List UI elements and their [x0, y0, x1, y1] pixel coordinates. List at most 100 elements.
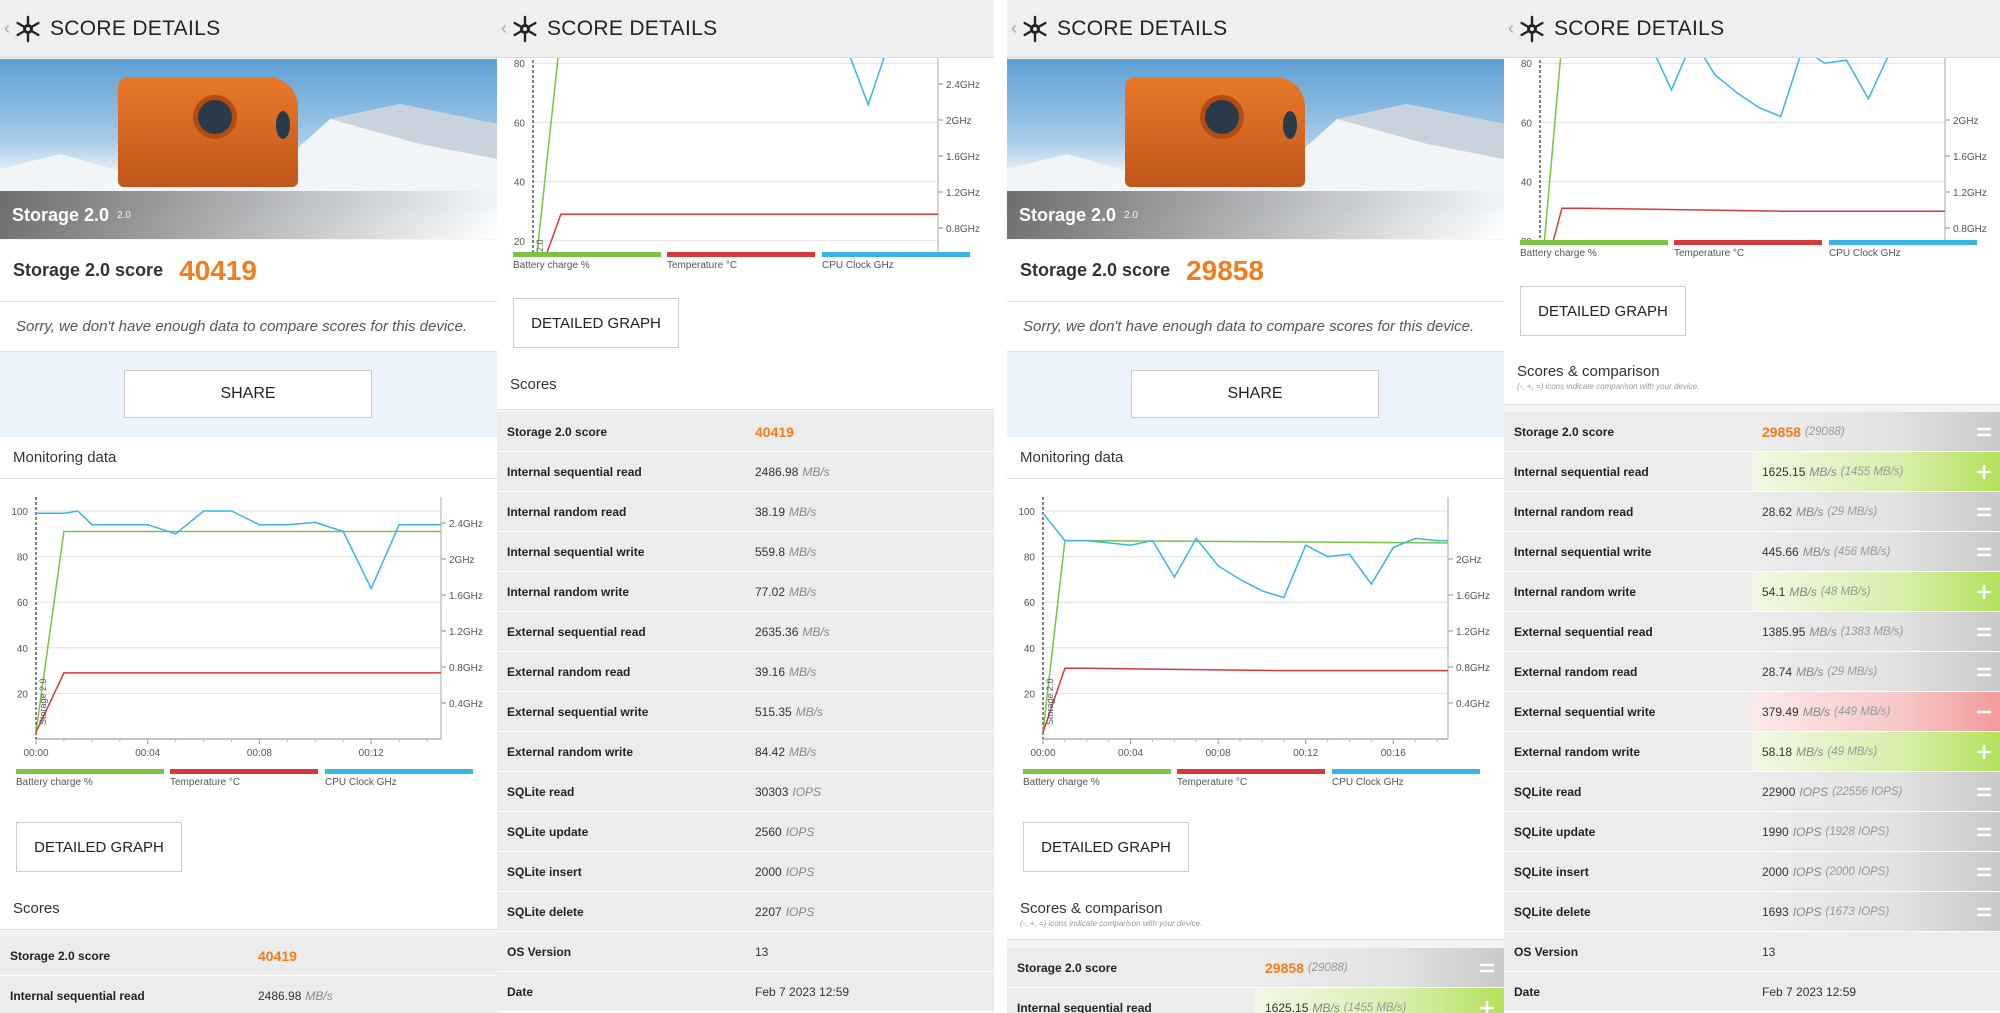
equal-icon: [1977, 547, 1991, 556]
row-value: 515.35: [755, 704, 792, 719]
back-icon[interactable]: ‹: [501, 18, 511, 39]
temperature-line: [532, 213, 938, 292]
row-name: External random read: [507, 664, 631, 679]
y-tick-label: 40: [1521, 178, 1533, 189]
marker-label: Storage 2.0: [1045, 678, 1055, 725]
chart-legend: Battery charge % Temperature °C CPU Cloc…: [1504, 240, 2000, 268]
row-value: 77.02: [755, 584, 786, 599]
row-unit: MB/s: [1796, 504, 1824, 519]
score-row: Storage 2.0 score 40419: [0, 240, 497, 302]
row-name: OS Version: [1514, 944, 1579, 959]
row-unit: MB/s: [1809, 624, 1837, 639]
row-value-cell: 30303 IOPS: [745, 772, 994, 811]
row-value-cell: 29858 (29088): [1255, 948, 1504, 987]
cpu-tick-label: 1.6GHz: [946, 152, 980, 163]
row-value: 30303: [755, 784, 789, 799]
row-unit: MB/s: [1802, 544, 1831, 559]
legend-battery-label: Battery charge %: [16, 777, 93, 788]
row-value-cell: 77.02 MB/s: [745, 572, 994, 611]
y-tick-label: 20: [514, 237, 526, 248]
cpu-tick-label: 0.4GHz: [1456, 699, 1490, 710]
cpu-tick-label: 1.6GHz: [1953, 152, 1987, 163]
cabin-shape: [1125, 77, 1305, 187]
row-name: OS Version: [507, 944, 572, 959]
equal-icon: [1977, 507, 1991, 516]
equal-icon: [1977, 907, 1991, 916]
hero-label: Storage 2.0 2.0: [0, 191, 497, 239]
row-comparison: (49 MB/s): [1827, 745, 1878, 758]
legend-battery: Battery charge %: [1023, 769, 1171, 788]
row-value-cell: 559.8 MB/s: [745, 532, 994, 571]
legend-temperature: Temperature °C: [1674, 240, 1822, 259]
battery-line: [1042, 539, 1449, 733]
scores-comparison-label: Scores & comparison: [1517, 363, 1660, 380]
row-value-cell: 515.35 MB/s: [745, 692, 994, 731]
back-icon[interactable]: ‹: [1011, 18, 1021, 39]
row-name: SQLite delete: [507, 904, 584, 919]
share-button[interactable]: SHARE: [124, 370, 372, 418]
monitoring-title: Monitoring data: [0, 437, 497, 479]
scores-table: Storage 2.0 score 40419 Internal sequenti…: [0, 936, 497, 1013]
share-area: SHARE: [1007, 352, 1504, 447]
back-icon[interactable]: ‹: [1508, 18, 1518, 39]
equal-icon: [1977, 827, 1991, 836]
row-name: SQLite read: [507, 784, 575, 799]
x-tick-label: 00:04: [135, 748, 160, 759]
snowflake-gear-icon: [1023, 15, 1047, 42]
row-name: External sequential read: [1514, 624, 1653, 639]
row-comparison: (1928 IOPS): [1825, 825, 1890, 838]
plus-icon: [1977, 464, 1991, 479]
row-value-cell: 2560 IOPS: [745, 812, 994, 851]
row-unit: IOPS: [785, 824, 815, 839]
panel-run-a-bottom: 204060801000.4GHz0.8GHz1.2GHz1.6GHz2GHz2…: [497, 0, 994, 1013]
header-title: SCORE DETAILS: [1057, 16, 1228, 40]
row-unit: MB/s: [1796, 664, 1824, 679]
monitoring-chart-svg: 204060801000.4GHz0.8GHz1.2GHz1.6GHz2GHz0…: [1515, 0, 1987, 320]
table-row: Internal random read 28.62 MB/s (29 MB/s): [1504, 492, 2000, 532]
battery-line: [532, 29, 938, 292]
table-row: Internal random write 54.1 MB/s (48 MB/s): [1504, 572, 2000, 612]
header: ‹ SCORE DETAILS: [497, 0, 994, 58]
graph-button-area: DETAILED GRAPH: [1504, 268, 2000, 353]
chart-legend: Battery charge % Temperature °C CPU Cloc…: [1007, 769, 1504, 797]
row-value-cell: 28.74 MB/s (29 MB/s): [1752, 652, 2000, 691]
row-value-cell: 22900 IOPS (22556 IOPS): [1752, 772, 2000, 811]
row-name: Internal sequential read: [10, 988, 145, 1003]
detailed-graph-button[interactable]: DETAILED GRAPH: [1520, 286, 1686, 336]
row-value-cell: 13: [745, 932, 994, 971]
cpu-tick-label: 0.8GHz: [449, 663, 483, 674]
header-title: SCORE DETAILS: [547, 16, 718, 40]
row-name: External random read: [1514, 664, 1638, 679]
row-unit: MB/s: [789, 664, 817, 679]
minus-icon: [1977, 710, 1991, 713]
row-unit: MB/s: [1796, 744, 1824, 759]
row-value: 1693: [1762, 904, 1789, 919]
row-unit: MB/s: [305, 988, 333, 1003]
legend-cpu-label: CPU Clock GHz: [822, 260, 894, 271]
row-value-cell: 379.49 MB/s (449 MB/s): [1752, 692, 2000, 731]
table-row: Internal sequential write 445.66 MB/s (456 …: [1504, 532, 2000, 572]
x-tick-label: 00:12: [1293, 748, 1318, 759]
table-row: Internal random write 77.02 MB/s: [497, 572, 994, 612]
no-compare-message: Sorry, we don't have enough data to comp…: [0, 302, 497, 352]
detailed-graph-button[interactable]: DETAILED GRAPH: [513, 298, 679, 348]
legend-temperature: Temperature °C: [1177, 769, 1325, 788]
row-name: SQLite read: [1514, 784, 1582, 799]
temperature-line: [35, 672, 441, 733]
equal-icon: [1977, 427, 1991, 436]
row-unit: IOPS: [1799, 784, 1829, 799]
row-comparison: (1383 MB/s): [1840, 625, 1904, 638]
detailed-graph-button[interactable]: DETAILED GRAPH: [16, 822, 182, 872]
table-row: External random write 58.18 MB/s (49 MB/s): [1504, 732, 2000, 772]
header-title: SCORE DETAILS: [50, 16, 221, 40]
row-comparison: (449 MB/s): [1834, 705, 1891, 718]
row-name: Date: [507, 984, 534, 999]
legend-temperature-label: Temperature °C: [1177, 777, 1248, 788]
table-row: External random read 28.74 MB/s (29 MB/s): [1504, 652, 2000, 692]
back-icon[interactable]: ‹: [4, 18, 14, 39]
detailed-graph-button[interactable]: DETAILED GRAPH: [1023, 822, 1189, 872]
hero-title: Storage 2.0: [12, 204, 110, 225]
row-value-cell: 1625.15 MB/s (1455 MB/s): [1752, 452, 2000, 491]
share-button[interactable]: SHARE: [1131, 370, 1379, 418]
row-name: Internal random read: [507, 504, 627, 519]
